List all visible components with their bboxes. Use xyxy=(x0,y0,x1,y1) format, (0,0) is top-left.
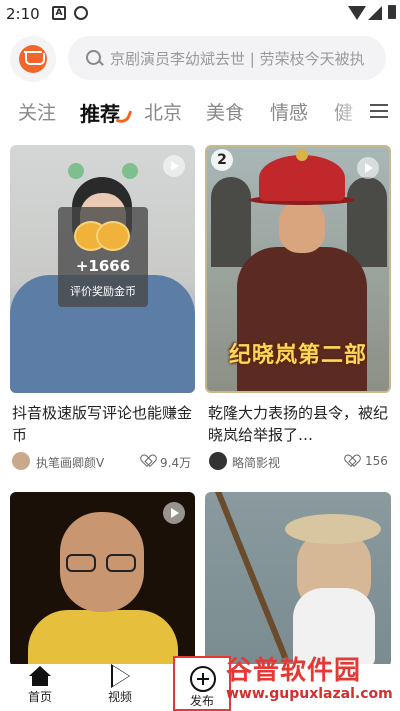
battery-icon xyxy=(388,5,396,19)
heart-icon[interactable] xyxy=(346,455,360,468)
card-author[interactable]: 执笔画卿颜V xyxy=(36,454,104,471)
card-title[interactable]: 乾隆大力表扬的县令，被纪晓岚给举报了… xyxy=(208,402,390,446)
watermark-title: 谷普软件园 xyxy=(226,656,362,686)
status-time: 2:10 xyxy=(6,5,40,23)
thumbnail-shape xyxy=(68,163,84,179)
tab-emotion[interactable]: 情感 xyxy=(270,98,308,125)
thumbnail-shape xyxy=(211,177,251,267)
thumbnail-shape xyxy=(66,554,138,572)
plus-circle-icon xyxy=(190,666,216,692)
thumbnail-shape xyxy=(215,492,288,659)
home-icon xyxy=(29,666,51,686)
play-icon xyxy=(163,155,185,177)
header: 京剧演员李幼斌去世 | 劳荣枝今天被执 xyxy=(0,30,400,88)
video-card-3[interactable] xyxy=(10,492,195,667)
nav-publish-label: 发布 xyxy=(189,694,214,708)
reward-label: 评价奖励金币 xyxy=(70,285,136,298)
heart-icon[interactable] xyxy=(142,455,156,468)
tab-beijing[interactable]: 北京 xyxy=(144,98,182,125)
thumbnail-shape xyxy=(28,610,178,667)
coin-reward-popup: +1666 评价奖励金币 xyxy=(58,207,148,307)
category-tabs: 关注 推荐 北京 美食 情感 健 xyxy=(0,92,400,132)
search-icon xyxy=(86,50,101,65)
watermark-url: www.gupuxlazal.com xyxy=(226,686,393,702)
signal-icon xyxy=(368,6,382,20)
avatar[interactable] xyxy=(209,452,227,470)
thumbnail-shape xyxy=(122,163,138,179)
nav-home-label: 首页 xyxy=(27,690,52,704)
tab-fade xyxy=(330,92,370,132)
search-placeholder: 京剧演员李幼斌去世 | 劳荣枝今天被执 xyxy=(110,50,365,68)
thumbnail-shape xyxy=(259,149,345,201)
status-bar: 2:10 A xyxy=(0,0,400,30)
nav-home[interactable]: 首页 xyxy=(10,666,70,705)
card-likes: 9.4万 xyxy=(160,456,192,470)
video-card-1[interactable]: +1666 评价奖励金币 xyxy=(10,145,195,393)
avatar[interactable] xyxy=(12,452,30,470)
nav-video-label: 视频 xyxy=(107,690,132,704)
tab-follow[interactable]: 关注 xyxy=(18,98,56,125)
thumbnail-shape xyxy=(347,177,387,267)
thumbnail-shape xyxy=(285,514,381,544)
video-card-2[interactable]: 2 纪晓岚第二部 xyxy=(205,145,391,393)
video-card-4[interactable] xyxy=(205,492,391,667)
reward-count: +1666 xyxy=(75,257,131,275)
card-author[interactable]: 略简影视 xyxy=(232,454,280,471)
tab-food[interactable]: 美食 xyxy=(206,98,244,125)
app-logo-icon[interactable] xyxy=(10,36,56,82)
episode-badge: 2 xyxy=(211,149,233,171)
thumbnail-shape xyxy=(279,201,325,253)
search-input[interactable]: 京剧演员李幼斌去世 | 劳荣枝今天被执 xyxy=(68,36,386,80)
nav-video[interactable]: 视频 xyxy=(90,664,150,705)
card-likes: 156 xyxy=(365,454,388,468)
menu-icon[interactable] xyxy=(370,104,388,118)
thumbnail-shape xyxy=(237,247,367,391)
a-icon: A xyxy=(52,6,66,20)
coin-icon xyxy=(96,221,130,251)
play-icon xyxy=(163,502,185,524)
cloud-icon xyxy=(74,6,88,20)
tab-recommend[interactable]: 推荐 xyxy=(80,98,120,127)
thumbnail-caption: 纪晓岚第二部 xyxy=(228,343,367,368)
wifi-icon xyxy=(348,6,366,20)
play-icon xyxy=(110,664,130,688)
play-icon xyxy=(357,157,379,179)
card-title[interactable]: 抖音极速版写评论也能赚金币 xyxy=(12,402,194,446)
watermark: 谷普软件园 www.gupuxlazal.com xyxy=(222,650,400,711)
